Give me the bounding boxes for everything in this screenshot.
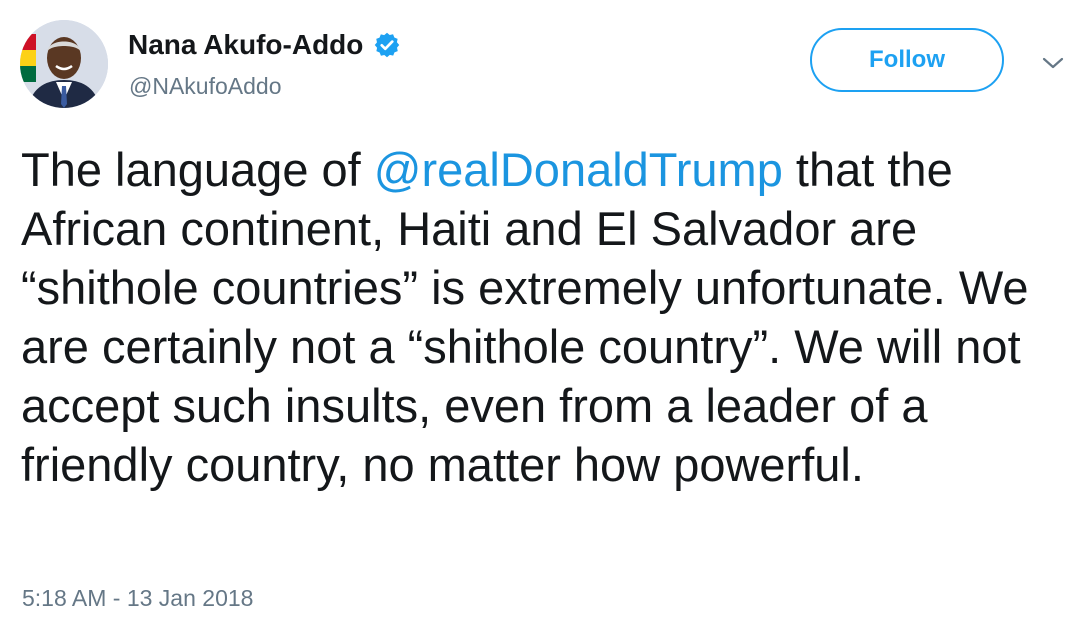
display-name[interactable]: Nana Akufo-Addo	[128, 28, 363, 62]
tweet-timestamp[interactable]: 5:18 AM - 13 Jan 2018	[22, 584, 253, 612]
tweet-card: Nana Akufo-Addo @NAkufoAddo Follow The l…	[0, 0, 1078, 620]
follow-button[interactable]: Follow	[810, 28, 1004, 92]
mention-link[interactable]: @realDonaldTrump	[374, 143, 783, 196]
tweet-text-start: The language of	[21, 143, 374, 196]
verified-badge-icon	[373, 31, 401, 59]
tweet-text: The language of @realDonaldTrump that th…	[21, 140, 1061, 494]
name-row: Nana Akufo-Addo	[128, 28, 401, 62]
avatar[interactable]	[20, 20, 108, 108]
chevron-down-icon[interactable]	[1040, 50, 1066, 76]
user-handle[interactable]: @NAkufoAddo	[129, 72, 282, 100]
avatar-image	[20, 20, 108, 108]
